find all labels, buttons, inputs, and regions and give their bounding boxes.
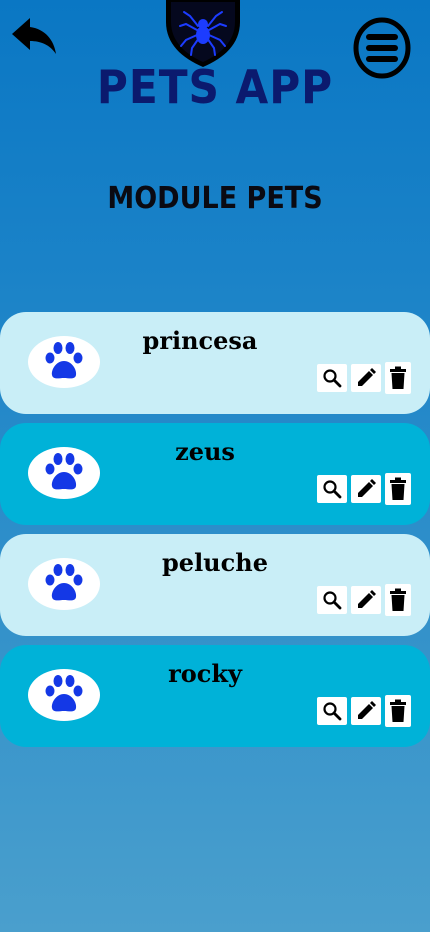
back-arrow-icon — [12, 18, 56, 54]
edit-button[interactable] — [351, 697, 381, 725]
module-title: MODULE PETS — [107, 181, 323, 216]
search-icon — [323, 480, 342, 499]
search-icon — [323, 369, 342, 388]
pet-card[interactable]: princesa — [0, 312, 430, 414]
search-icon — [323, 591, 342, 610]
pet-name: peluche — [162, 548, 268, 577]
trash-icon — [390, 477, 406, 500]
pet-name: princesa — [142, 326, 258, 355]
pet-avatar — [28, 447, 100, 499]
pet-actions — [317, 584, 411, 616]
pet-avatar — [28, 336, 100, 388]
pet-name: rocky — [168, 659, 242, 688]
app-title: PETS APP — [96, 60, 334, 114]
pencil-icon — [358, 368, 376, 386]
pet-card[interactable]: rocky — [0, 645, 430, 747]
back-button[interactable] — [10, 14, 58, 58]
view-button[interactable] — [317, 586, 347, 614]
delete-button[interactable] — [385, 473, 411, 505]
trash-icon — [390, 588, 406, 611]
edit-button[interactable] — [351, 475, 381, 503]
pet-actions — [317, 695, 411, 727]
view-button[interactable] — [317, 364, 347, 392]
pet-avatar — [28, 669, 100, 721]
paw-icon — [45, 675, 83, 712]
pencil-icon — [358, 590, 376, 608]
pet-card[interactable]: zeus — [0, 423, 430, 525]
pet-name: zeus — [175, 437, 235, 466]
app-logo — [164, 0, 242, 68]
pencil-icon — [358, 701, 376, 719]
delete-button[interactable] — [385, 362, 411, 394]
trash-icon — [390, 699, 406, 722]
pencil-icon — [358, 479, 376, 497]
view-button[interactable] — [317, 475, 347, 503]
view-button[interactable] — [317, 697, 347, 725]
pet-actions — [317, 473, 411, 505]
paw-icon — [45, 342, 83, 379]
delete-button[interactable] — [385, 584, 411, 616]
search-icon — [323, 702, 342, 721]
edit-button[interactable] — [351, 364, 381, 392]
pet-actions — [317, 362, 411, 394]
edit-button[interactable] — [351, 586, 381, 614]
spider-shield-logo — [166, 0, 240, 67]
paw-icon — [45, 453, 83, 490]
pet-card[interactable]: peluche — [0, 534, 430, 636]
paw-icon — [45, 564, 83, 601]
trash-icon — [390, 366, 406, 389]
delete-button[interactable] — [385, 695, 411, 727]
pet-avatar — [28, 558, 100, 610]
